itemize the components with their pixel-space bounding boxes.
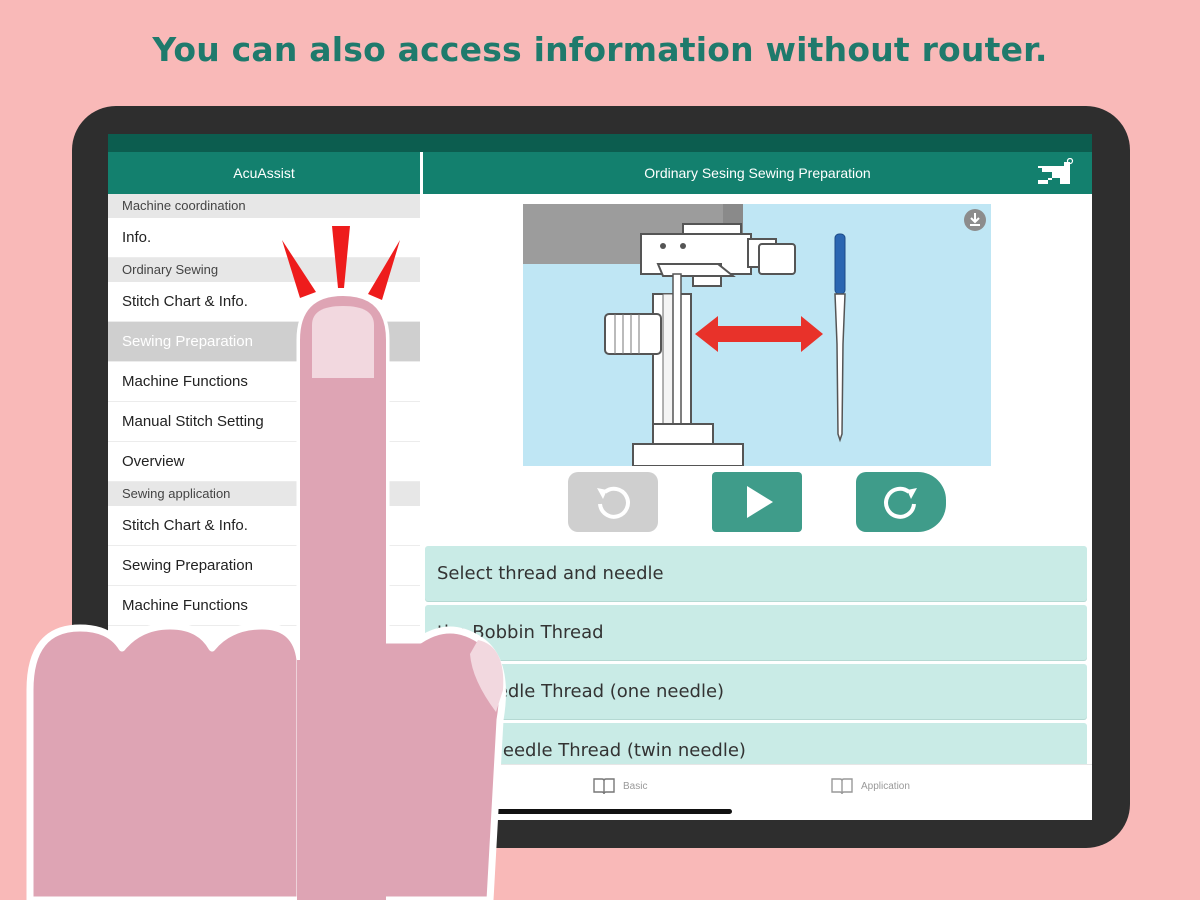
steps-list: Select thread and needle the Bobbin Threa… [425,546,1087,782]
sidebar-item[interactable]: Stitch Chart & Info. [108,282,420,322]
step-item[interactable]: the Bobbin Thread [425,605,1087,660]
book-icon [593,778,615,795]
sidebar-item[interactable]: Manual Stitch Setting [108,402,420,442]
headline: You can also access information without … [152,30,1048,69]
sidebar-item[interactable]: Machine Functions [108,362,420,402]
download-icon[interactable] [963,208,987,232]
needle-illustration [523,204,991,466]
tab-application-label: Application [861,780,910,792]
replay-button[interactable] [568,472,658,532]
sidebar-section-header: Sewing application [108,482,420,506]
status-bar [108,134,1092,152]
step-item[interactable]: the Needle Thread (one needle) [425,664,1087,719]
sidebar-item[interactable]: Overview [108,442,420,482]
sidebar: Machine coordination Info. Ordinary Sewing… [108,194,420,820]
sidebar-section-header: Ordinary Sewing [108,258,420,282]
tab-application[interactable]: Application [831,777,910,795]
play-icon [747,486,773,518]
home-indicator[interactable] [494,809,732,814]
book-icon [831,778,853,795]
sewing-machine-icon[interactable] [1034,158,1074,188]
tab-basic-label: Basic [623,780,648,792]
sidebar-item[interactable]: Stitch Chart & Info. [108,506,420,546]
sidebar-section-header: Machine coordination [108,194,420,218]
play-button[interactable] [712,472,802,532]
tablet-screen: AcuAssist Ordinary Sesing Sewing Prepara… [108,134,1092,820]
main-content: Select thread and needle the Bobbin Threa… [423,194,1092,778]
step-item[interactable]: Select thread and needle [425,546,1087,601]
sidebar-item[interactable]: Info. [108,218,420,258]
content-header: Ordinary Sesing Sewing Preparation [423,152,1092,194]
forward-icon [884,486,917,519]
sidebar-item[interactable]: Sewing Preparation [108,546,420,586]
sidebar-item[interactable]: Sewing Preparation [108,322,420,362]
content-title: Ordinary Sesing Sewing Preparation [644,165,871,181]
replay-icon [597,486,630,519]
forward-button[interactable] [856,472,946,532]
tab-basic[interactable]: Basic [593,777,647,795]
sidebar-header: AcuAssist [108,152,420,194]
sidebar-item[interactable]: Machine Functions [108,586,420,626]
